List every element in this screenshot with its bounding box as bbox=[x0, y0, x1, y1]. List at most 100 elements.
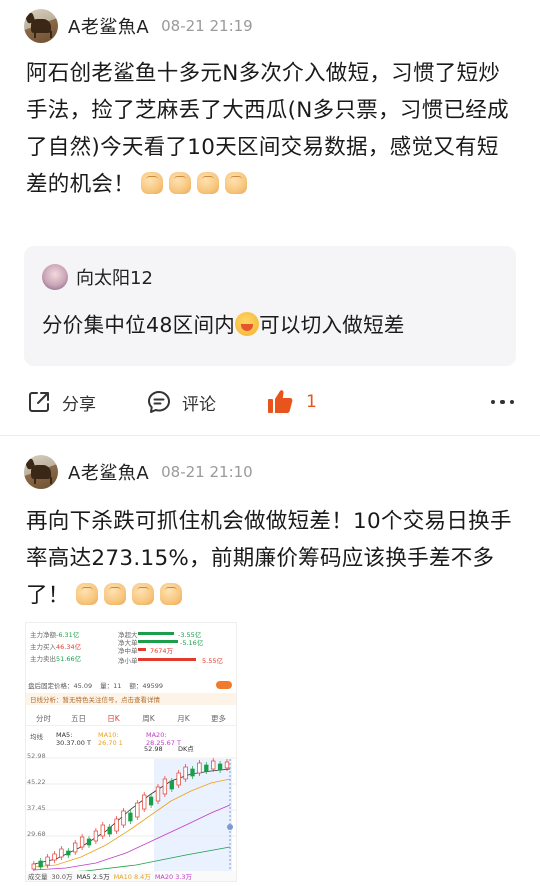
volume-value: MA20 3.3万 bbox=[154, 873, 193, 881]
tab-more[interactable]: 更多 bbox=[201, 713, 236, 724]
avatar[interactable] bbox=[42, 264, 68, 290]
y-tick-label: 37.45 bbox=[27, 804, 46, 812]
flow-value: 51.66亿 bbox=[56, 655, 82, 663]
quote-header: 向太阳12 bbox=[42, 264, 153, 290]
flow-value: 46.34亿 bbox=[56, 643, 82, 651]
flow-value: -6.31亿 bbox=[56, 631, 80, 639]
notice-text: 盘后固定价格：45.09 bbox=[28, 681, 93, 690]
quote-text-part: 分价集中位48区间内 bbox=[42, 313, 236, 337]
more-options-icon[interactable] bbox=[490, 380, 514, 424]
candle-body bbox=[45, 856, 50, 866]
candle-body bbox=[169, 780, 174, 790]
candle-body bbox=[142, 794, 147, 810]
tab-daily-k[interactable]: 日K bbox=[96, 713, 131, 724]
share-icon bbox=[26, 389, 52, 415]
candle-body bbox=[86, 838, 92, 846]
candlestick-chart[interactable]: 52.98 45.22 37.45 29.68 52.98 成交量 30.0万 … bbox=[26, 739, 236, 881]
post-card: A老鲨魚A 08-21 21:19 阿石创老鲨鱼十多元N多次介入做短，习惯了短炒… bbox=[0, 0, 540, 436]
share-button[interactable]: 分享 bbox=[26, 380, 96, 424]
y-tick-label: 52.98 bbox=[27, 752, 46, 760]
like-count: 1 bbox=[306, 392, 317, 412]
comment-icon bbox=[146, 389, 172, 415]
tab-five-day[interactable]: 五日 bbox=[61, 713, 96, 724]
toggle-switch[interactable] bbox=[216, 680, 232, 689]
avatar[interactable] bbox=[24, 455, 58, 489]
notice-text: 量：11 bbox=[100, 681, 122, 690]
post-text-content: 阿石创老鲨鱼十多元N多次介入做短，习惯了短炒手法，捡了芝麻丢了大西瓜(N多只票，… bbox=[26, 61, 509, 197]
candle-body bbox=[100, 824, 105, 837]
price-high-label: 52.98 bbox=[144, 745, 163, 753]
volume-value: MA5 2.5万 bbox=[76, 873, 110, 881]
analysis-hint[interactable]: 日线分析：暂无特色关注信号，点击查看详情 bbox=[26, 693, 236, 705]
ma-label: MA20: bbox=[146, 731, 167, 739]
candle-body bbox=[59, 848, 64, 858]
clap-hands-icon bbox=[131, 583, 154, 605]
raised-fist-icon bbox=[197, 172, 220, 194]
quote-text: 分价集中位48区间内 可以切入做短差 bbox=[42, 308, 405, 338]
volume-value: MA10 8.4万 bbox=[113, 873, 151, 881]
raised-fist-icon bbox=[225, 172, 248, 194]
flow-label: 主力买入 bbox=[30, 643, 56, 651]
action-bar: 分享 评论 1 bbox=[0, 380, 540, 424]
post-time: 08-21 21:10 bbox=[161, 463, 253, 481]
share-label: 分享 bbox=[62, 394, 96, 415]
candle-body bbox=[38, 860, 43, 868]
fund-flow-panel: 主力净额 -6.31亿 主力买入 46.34亿 主力卖出 51.66亿 净超大 … bbox=[26, 623, 236, 675]
candle-body bbox=[217, 763, 223, 771]
tab-fenshi[interactable]: 分时 bbox=[26, 713, 61, 724]
flow-value: -5.16亿 bbox=[180, 639, 204, 647]
flow-label: 主力净额 bbox=[30, 631, 56, 639]
flow-bar bbox=[138, 632, 174, 635]
comment-button[interactable]: 评论 bbox=[146, 380, 216, 424]
stock-chart-image[interactable]: 主力净额 -6.31亿 主力买入 46.34亿 主力卖出 51.66亿 净超大 … bbox=[25, 622, 237, 882]
ma-label: MA5: bbox=[56, 731, 73, 739]
quoted-reply[interactable]: 向太阳12 分价集中位48区间内 可以切入做短差 bbox=[24, 246, 516, 366]
clap-hands-icon bbox=[159, 583, 182, 605]
volume-value: 30.0万 bbox=[51, 873, 73, 881]
quote-text-part: 可以切入做短差 bbox=[259, 313, 405, 337]
candle-body bbox=[52, 853, 57, 861]
author-name[interactable]: A老鲨魚A bbox=[68, 459, 149, 485]
volume-bar: 成交量 30.0万 MA5 2.5万 MA10 8.4万 MA20 3.3万 bbox=[26, 871, 236, 881]
candle-body bbox=[128, 812, 133, 822]
candle-body bbox=[162, 778, 168, 795]
candle-body bbox=[155, 786, 161, 802]
candle-body bbox=[211, 760, 216, 770]
ma-label: MA10: bbox=[98, 731, 119, 739]
chart-period-tabs: 分时 五日 日K 周K 月K 更多 bbox=[26, 711, 236, 726]
flow-bar bbox=[138, 658, 196, 661]
clap-hands-icon bbox=[75, 583, 98, 605]
flow-value: 7674万 bbox=[150, 647, 174, 655]
comment-label: 评论 bbox=[182, 394, 216, 415]
tab-monthly-k[interactable]: 月K bbox=[166, 713, 201, 724]
avatar[interactable] bbox=[24, 9, 58, 43]
candle-body bbox=[93, 830, 99, 842]
like-button[interactable]: 1 bbox=[266, 380, 317, 424]
flow-label: 主力卖出 bbox=[30, 655, 56, 663]
candle-body bbox=[197, 762, 202, 774]
candle-body bbox=[176, 772, 181, 786]
raised-fist-icon bbox=[169, 172, 192, 194]
flow-bar bbox=[138, 648, 146, 651]
post-header: A老鲨魚A 08-21 21:10 bbox=[24, 454, 253, 490]
y-tick-label: 29.68 bbox=[27, 830, 46, 838]
candle-body bbox=[66, 850, 71, 856]
post-text: 再向下杀跌可抓住机会做做短差！10个交易日换手率高达273.15%，前期廉价筹码… bbox=[26, 503, 516, 614]
candle-body bbox=[224, 761, 230, 769]
post-time: 08-21 21:19 bbox=[161, 17, 253, 35]
volume-label: 成交量 bbox=[28, 873, 48, 881]
flow-row: 主力卖出 51.66亿 bbox=[30, 653, 86, 663]
flow-value: 5.55亿 bbox=[202, 657, 223, 665]
candle-body bbox=[107, 826, 112, 835]
candle-body bbox=[204, 764, 209, 772]
candle-body bbox=[148, 796, 154, 806]
post-text-content: 再向下杀跌可抓住机会做做短差！10个交易日换手率高达273.15%，前期廉价筹码… bbox=[26, 509, 512, 608]
clap-hands-icon bbox=[103, 583, 126, 605]
author-name[interactable]: A老鲨魚A bbox=[68, 13, 149, 39]
tab-weekly-k[interactable]: 周K bbox=[131, 713, 166, 724]
candle-body bbox=[183, 766, 188, 780]
quote-author[interactable]: 向太阳12 bbox=[76, 264, 153, 290]
flow-bar bbox=[138, 640, 178, 643]
candle-body bbox=[114, 818, 119, 832]
after-hours-notice: 盘后固定价格：45.09 量：11 额：49599 bbox=[26, 679, 236, 690]
